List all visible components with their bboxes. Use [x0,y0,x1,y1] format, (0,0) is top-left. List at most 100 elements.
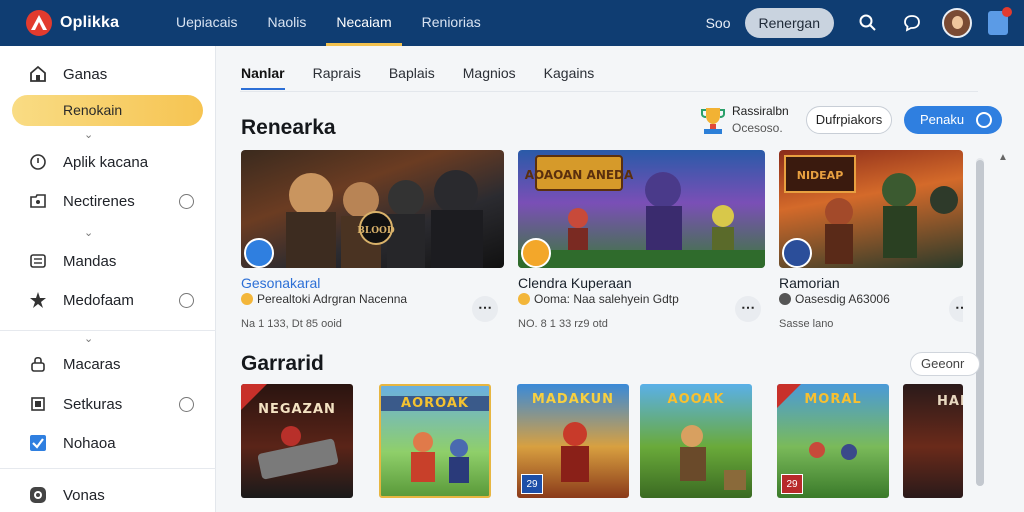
more-options-button[interactable]: ⋯ [735,296,761,322]
chevron-down-icon[interactable]: ⌄ [84,128,93,141]
game-tile[interactable]: AOROAK [379,384,491,498]
game-card[interactable]: AOAOAN ANEDA Clendra Kuperaan Ooma: Naa … [518,150,765,340]
sidebar-item-macaras[interactable]: Macaras [0,347,216,381]
game-card-meta: Sasse lano [779,318,834,330]
sidebar-radio[interactable] [179,396,194,412]
settings-icon [28,485,48,505]
tabs-divider [240,91,978,92]
game-card[interactable]: NIDEAP Ramorian Oasesdig A63006 Sasse la… [779,150,963,340]
tab-active[interactable]: Nanlar [241,60,285,90]
tile-badge: 29 [521,474,543,494]
clock-icon [28,152,48,172]
chevron-down-icon[interactable]: ⌄ [84,332,93,345]
sidebar-item-ganas[interactable]: Ganas [0,57,216,91]
sidebar-item-nohaoa[interactable]: Nohaoa [0,426,216,460]
tab[interactable]: Kagains [544,60,595,90]
game-tile[interactable]: MADAKUN 29 [517,384,629,498]
tab[interactable]: Baplais [389,60,435,90]
game-card-image[interactable]: NIDEAP [779,150,963,268]
section-title-featured: Renearka [241,116,336,139]
sidebar-item-label: Vonas [63,486,105,504]
tile-badge: 29 [781,474,803,494]
more-options-button[interactable]: ⋯ [472,296,498,322]
svg-text:BLOOD: BLOOD [357,226,395,236]
list-icon [28,251,48,271]
sign-in-link[interactable]: Soo [706,15,731,31]
sidebar-item-label: Aplik kacana [63,153,149,171]
header-action-button[interactable]: Renergan [744,8,834,38]
game-card-subtitle: Oasesdig A63006 [779,292,890,306]
promo-subtitle: Ocesoso. [732,121,783,135]
user-avatar[interactable] [942,8,972,38]
sidebar-item-aplik-kacana[interactable]: Aplik kacana [0,145,216,179]
top-right-controls: Soo Renergan [706,0,1024,46]
checkbox-icon [28,433,48,453]
scroll-up-icon[interactable]: ▲ [998,152,1008,163]
trophy-icon [700,106,726,136]
sidebar-item-mandas[interactable]: Mandas [0,244,216,278]
chat-icon[interactable] [898,9,926,37]
chevron-down-icon[interactable]: ⌄ [84,226,93,239]
sidebar-item-label: Mandas [63,252,117,270]
game-card-image[interactable]: AOAOAN ANEDA [518,150,765,268]
game-tile[interactable]: MORAL 29 [777,384,889,498]
brand-logo-icon [26,10,52,36]
game-card-meta: NO. 8 1 33 rz9 otd [518,318,608,330]
sidebar-item-nectirenes[interactable]: Nectirenes [0,184,216,218]
svg-text:AOAOAN ANEDA: AOAOAN ANEDA [525,168,634,182]
game-tile[interactable]: HAN [903,384,963,498]
sidebar-item-label: Setkuras [63,395,123,413]
folder-icon [28,191,48,211]
sidebar-item-label: Medofaam [63,291,134,309]
brand[interactable]: Oplikka [26,10,146,36]
sidebar-item-medofaam[interactable]: Medofaam [0,283,216,317]
tab[interactable]: Magnios [463,60,516,90]
game-card-subtitle: Ooma: Naa salehyein Gdtp [518,292,679,306]
sidebar-divider [0,468,216,469]
svg-text:NIDEAP: NIDEAP [797,169,844,182]
game-app-icon [782,238,812,268]
sidebar-item-label: Ganas [63,65,108,83]
content-tabs: Nanlar Raprais Baplais Magnios Kagains [241,60,622,92]
see-all-button[interactable]: Geeonr [910,352,980,376]
sidebar-item-label: Nectirenes [63,192,135,210]
top-nav-item[interactable]: Uepiacais [166,0,247,46]
game-tile[interactable]: AOOAK [640,384,752,498]
home-icon [28,64,48,84]
sidebar-item-label: Nohaoa [63,434,116,452]
secondary-button[interactable]: Dufrpiakors [806,106,892,134]
top-bar: Oplikka Uepiacais Naolis Necaiam Reniori… [0,0,1024,46]
tab[interactable]: Raprais [313,60,361,90]
top-nav-item-active[interactable]: Necaiam [326,0,402,46]
game-card-title[interactable]: Clendra Kuperaan [518,275,632,291]
sidebar: Ganas Renokain ⌄ Aplik kacana Nectirenes… [0,46,216,512]
publisher-icon [241,293,253,305]
lock-icon [28,354,48,374]
star-icon [28,290,48,310]
game-tile[interactable]: NEGAZAN [241,384,353,498]
sidebar-radio[interactable] [179,193,194,209]
game-card[interactable]: BLOOD Gesonakaral Perealtoki Adrgran Nac… [241,150,504,340]
sidebar-radio[interactable] [179,292,194,308]
game-card-title[interactable]: Gesonakaral [241,275,320,291]
primary-button[interactable]: Penaku [904,106,1002,134]
scrollbar-thumb[interactable] [976,160,984,486]
sidebar-item-label[interactable]: Renokain [63,102,122,118]
promo-block[interactable]: Rassiralbn Ocesoso. [700,104,796,138]
sidebar-item-vonas[interactable]: Vonas [0,478,216,512]
notification-icon[interactable] [988,7,1012,35]
top-nav: Uepiacais Naolis Necaiam Reniorias [166,0,501,46]
sidebar-item-setkuras[interactable]: Setkuras [0,387,216,421]
search-icon[interactable] [854,9,882,37]
primary-button-label: Penaku [920,112,965,127]
publisher-icon [518,293,530,305]
sidebar-item-label: Macaras [63,355,121,373]
game-card-subtitle: Perealtoki Adrgran Nacenna [241,292,407,306]
top-nav-item[interactable]: Reniorias [412,0,491,46]
game-card-title[interactable]: Ramorian [779,275,840,291]
more-options-button[interactable]: ⋯ [949,296,963,322]
circle-arrow-icon [976,112,992,128]
top-nav-item[interactable]: Naolis [257,0,316,46]
game-card-image[interactable]: BLOOD [241,150,504,268]
game-app-icon [521,238,551,268]
